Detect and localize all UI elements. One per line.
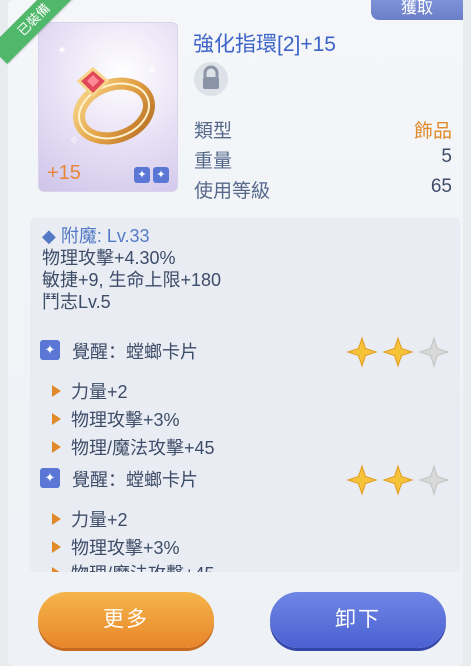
star-filled-icon [346,336,378,368]
stat-label: 重量 [194,151,233,172]
card-icon: ✦ [40,468,60,488]
bullet-icon [52,385,61,397]
item-detail-panel: 獲取 ✦ ✦ ✧ +15 ✦ ✦ 已裝備 強化指環[2]+15 類型 飾品 重量… [0,0,463,666]
enchant-level: 附魔: Lv.33 [60,226,150,246]
card-icon: ✦ [40,340,60,360]
awakening-row: ✦ 覺醒：螳螂卡片 [40,464,450,496]
stat-value: 5 [441,146,452,167]
stat-label: 使用等級 [194,181,271,202]
awakening-label: 覺醒：螳螂卡片 [72,470,198,490]
awakening-row: ✦ 覺醒：螳螂卡片 [40,336,450,368]
stat-value: 65 [430,176,452,197]
get-tab[interactable]: 獲取 [371,0,463,20]
diamond-icon: ◆ [42,226,61,246]
stat-weight: 重量 5 [194,146,452,173]
awakening-effect: 物理攻擊+3% [52,534,180,560]
stat-level: 使用等級 65 [194,176,452,203]
ring-icon [73,67,155,145]
card-slot-icon: ✦ [134,167,150,183]
card-slot-icon: ✦ [153,167,169,183]
item-card: ✦ ✦ ✧ +15 ✦ ✦ [38,22,178,192]
enhance-level: +15 [47,162,81,184]
bullet-icon [52,441,61,453]
awakening-effect: 力量+2 [52,506,128,532]
more-button[interactable]: 更多 [38,592,214,648]
bullet-icon [52,541,61,553]
item-details-scroll[interactable]: ◆ 附魔: Lv.33 物理攻擊+4.30% 敏捷+9, 生命上限+180 鬥志… [30,218,460,572]
bullet-icon [52,513,61,525]
lock-icon [203,65,219,89]
unequip-button[interactable]: 卸下 [270,592,446,648]
awakening-stars [346,336,450,368]
stat-type: 類型 飾品 [194,116,452,143]
bullet-icon [52,567,61,572]
awakening-effect: 力量+2 [52,378,128,404]
star-empty-icon [418,336,450,368]
awakening-stars [346,464,450,496]
enchant-line: 鬥志Lv.5 [42,292,111,312]
awakening-label: 覺醒：螳螂卡片 [72,342,198,362]
bullet-icon [52,413,61,425]
card-slots: ✦ ✦ [134,167,169,183]
awakening-effect: 物理/魔法攻擊+45 [52,434,215,460]
star-empty-icon [418,464,450,496]
lock-button[interactable] [194,62,228,96]
star-filled-icon [382,336,414,368]
star-filled-icon [346,464,378,496]
awakening-effect: 物理/魔法攻擊+45 [52,560,215,572]
item-title: 強化指環[2]+15 [193,33,336,56]
stat-label: 類型 [194,121,233,142]
stat-value: 飾品 [413,121,452,142]
awakening-effect: 物理攻擊+3% [52,406,180,432]
star-filled-icon [382,464,414,496]
